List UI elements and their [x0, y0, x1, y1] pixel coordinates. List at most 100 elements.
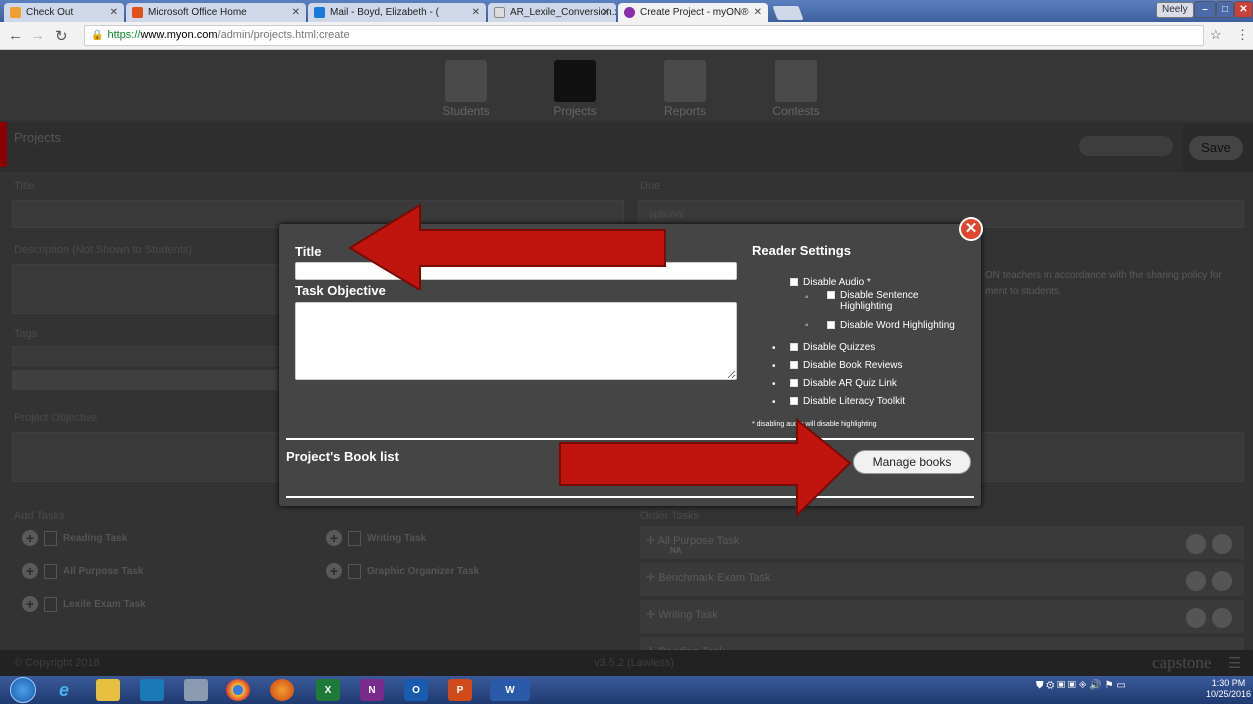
- close-tab-icon[interactable]: ✕: [472, 7, 480, 18]
- nav-projects[interactable]: Projects: [535, 60, 615, 118]
- clock[interactable]: 1:30 PM 10/25/2016: [1206, 678, 1251, 700]
- secondary-button[interactable]: [1079, 136, 1173, 156]
- close-tab-icon[interactable]: ✕: [292, 7, 300, 18]
- plus-icon: +: [22, 563, 38, 579]
- checkbox-box[interactable]: [790, 278, 798, 286]
- due-label: Due: [640, 180, 661, 192]
- reports-icon: [664, 60, 706, 102]
- back-arrow-icon[interactable]: ←: [8, 27, 23, 44]
- office-icon: [132, 7, 143, 18]
- add-lexile-exam-task[interactable]: + Lexile Exam Task: [22, 596, 146, 612]
- tab-mail[interactable]: Mail - Boyd, Elizabeth - ( ✕: [308, 3, 486, 22]
- checkbox-box[interactable]: [790, 379, 798, 387]
- save-button[interactable]: Save: [1189, 136, 1243, 160]
- firefox-icon[interactable]: [270, 679, 294, 701]
- add-all-purpose-task[interactable]: + All Purpose Task: [22, 563, 143, 579]
- disable-word-checkbox[interactable]: Disable Word Highlighting: [827, 320, 955, 331]
- nav-label: Projects: [553, 104, 597, 118]
- disable-audio-checkbox[interactable]: Disable Audio *: [790, 277, 871, 288]
- exam-icon: [44, 596, 57, 612]
- annotation-arrow-right: [559, 417, 852, 518]
- chrome-icon[interactable]: [226, 679, 250, 701]
- drag-handle-icon[interactable]: ✛ Writing Task: [646, 608, 718, 621]
- trash-icon[interactable]: [1212, 571, 1232, 591]
- forward-arrow-icon[interactable]: →: [30, 27, 45, 44]
- close-modal-icon[interactable]: ✕: [959, 217, 983, 241]
- disable-literacy-checkbox[interactable]: Disable Literacy Toolkit: [790, 396, 905, 407]
- close-window-button[interactable]: ✕: [1234, 1, 1253, 18]
- order-task-row[interactable]: ✛ Writing Task: [640, 600, 1244, 634]
- tab-check-out[interactable]: Check Out ✕: [4, 3, 124, 22]
- checkbox-box[interactable]: [827, 321, 835, 329]
- clock-time: 1:30 PM: [1211, 678, 1246, 688]
- tags-label: Tags: [14, 328, 38, 340]
- hamburger-menu-icon[interactable]: ☰: [1228, 654, 1241, 672]
- tab-label: Create Project - myON®: [640, 7, 749, 18]
- profile-button[interactable]: Neely: [1156, 2, 1194, 18]
- nav-reports[interactable]: Reports: [645, 60, 725, 118]
- trash-icon[interactable]: [1212, 534, 1232, 554]
- writing-icon: [348, 530, 361, 546]
- snipping-icon[interactable]: [184, 679, 208, 701]
- media-icon[interactable]: [140, 679, 164, 701]
- gear-icon[interactable]: [1186, 571, 1206, 591]
- add-writing-task[interactable]: + Writing Task: [326, 530, 426, 546]
- disable-ar-quiz-checkbox[interactable]: Disable AR Quiz Link: [790, 378, 897, 389]
- nav-label: Reports: [663, 104, 707, 118]
- disable-sentence-checkbox[interactable]: Disable Sentence Highlighting: [827, 290, 947, 312]
- modal-title-label: Title: [295, 244, 322, 259]
- url-input[interactable]: 🔒 https://www.myon.com/admin/projects.htm…: [84, 25, 1204, 46]
- ie-icon[interactable]: e: [52, 679, 76, 701]
- windows-taskbar: e X N O P W ⛊ ⚙ ▣ ▣ ◈ 🔊 ⚑ ▭ 1:30 PM 10/2…: [0, 676, 1253, 704]
- word-icon[interactable]: W: [490, 679, 530, 701]
- add-graphic-organizer-task[interactable]: + Graphic Organizer Task: [326, 563, 479, 579]
- manage-books-button[interactable]: Manage books: [853, 450, 971, 474]
- trash-icon[interactable]: [1212, 608, 1232, 628]
- order-task-row[interactable]: ✛ All Purpose Task NA: [640, 526, 1244, 560]
- tab-create-project[interactable]: Create Project - myON® ✕: [618, 3, 768, 22]
- drag-handle-icon[interactable]: ✛ All Purpose Task: [646, 534, 739, 547]
- excel-icon[interactable]: X: [316, 679, 340, 701]
- start-button[interactable]: [10, 677, 36, 703]
- nav-students[interactable]: Students: [426, 60, 506, 118]
- task-label: Graphic Organizer Task: [367, 565, 480, 577]
- checkbox-box[interactable]: [827, 291, 835, 299]
- bullet-icon: •: [772, 343, 776, 354]
- disable-book-reviews-checkbox[interactable]: Disable Book Reviews: [790, 360, 903, 371]
- url-host: www.myon.com: [140, 29, 218, 41]
- maximize-button[interactable]: □: [1216, 1, 1234, 18]
- close-tab-icon[interactable]: ✕: [754, 7, 762, 18]
- minimize-button[interactable]: –: [1194, 1, 1216, 18]
- checkbox-label: Disable Audio *: [803, 277, 871, 288]
- task-objective-input[interactable]: [295, 302, 737, 380]
- close-tab-icon[interactable]: ✕: [602, 7, 610, 18]
- browser-tab-strip: Check Out ✕ Microsoft Office Home ✕ Mail…: [0, 0, 1253, 22]
- add-reading-task[interactable]: + Reading Task: [22, 530, 127, 546]
- powerpoint-icon[interactable]: P: [448, 679, 472, 701]
- gear-icon[interactable]: [1186, 534, 1206, 554]
- disable-quizzes-checkbox[interactable]: Disable Quizzes: [790, 342, 875, 353]
- bookmark-star-icon[interactable]: ☆: [1210, 27, 1222, 43]
- nav-label: Contests: [772, 104, 820, 118]
- checkbox-box[interactable]: [790, 361, 798, 369]
- order-task-row[interactable]: ✛ Benchmark Exam Task: [640, 563, 1244, 597]
- checkbox-box[interactable]: [790, 343, 798, 351]
- checkbox-box[interactable]: [790, 397, 798, 405]
- new-tab-button[interactable]: [772, 6, 804, 20]
- plus-icon: +: [326, 530, 342, 546]
- tab-office-home[interactable]: Microsoft Office Home ✕: [126, 3, 306, 22]
- gear-icon[interactable]: [1186, 608, 1206, 628]
- onenote-icon[interactable]: N: [360, 679, 384, 701]
- close-tab-icon[interactable]: ✕: [110, 7, 118, 18]
- checkbox-label: Disable AR Quiz Link: [803, 378, 897, 389]
- outlook-icon[interactable]: O: [404, 679, 428, 701]
- reload-icon[interactable]: ↻: [55, 27, 68, 45]
- folder-icon[interactable]: [96, 679, 120, 701]
- tab-ar-lexile[interactable]: AR_Lexile_Conversion.xls ✕: [488, 3, 616, 22]
- menu-dots-icon[interactable]: ⋮: [1236, 27, 1249, 43]
- system-tray[interactable]: ⛊ ⚙ ▣ ▣ ◈ 🔊 ⚑ ▭: [1036, 680, 1126, 691]
- nav-contests[interactable]: Contests: [756, 60, 836, 118]
- drag-handle-icon[interactable]: ✛ Benchmark Exam Task: [646, 571, 771, 584]
- copyright-text: © Copyright 2016: [14, 657, 100, 669]
- task-label: All Purpose Task: [63, 565, 144, 577]
